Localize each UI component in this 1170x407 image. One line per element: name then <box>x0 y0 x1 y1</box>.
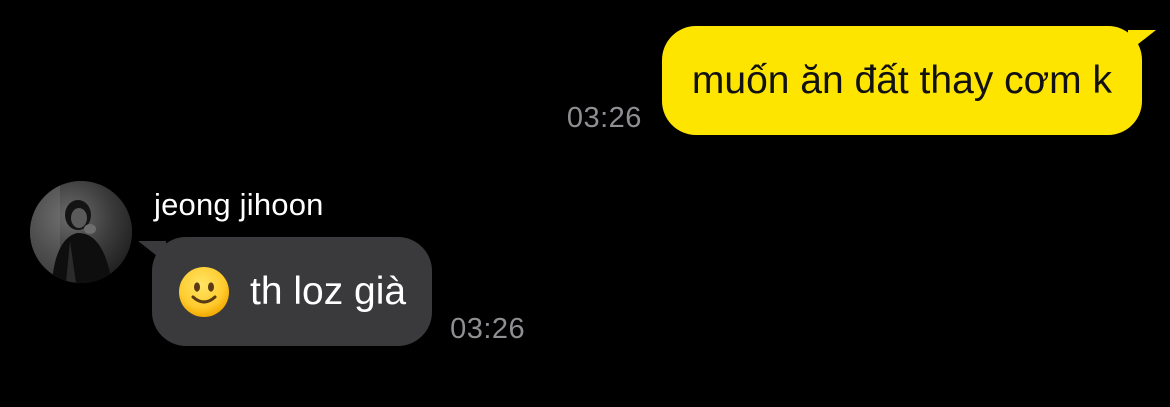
message-bubble-incoming[interactable]: th loz già <box>137 237 433 346</box>
message-text: th loz già <box>250 269 407 313</box>
avatar-photo <box>30 181 132 283</box>
avatar[interactable] <box>30 181 132 283</box>
message-incoming: jeong jihoon th loz già 03:26 <box>30 181 525 346</box>
chat-thread: 03:26 muốn ăn đất thay cơm k jeong jihoo… <box>0 0 1170 407</box>
message-timestamp: 03:26 <box>566 102 642 134</box>
sender-name: jeong jihoon <box>154 187 324 222</box>
message-outgoing: 03:26 muốn ăn đất thay cơm k <box>566 26 1157 135</box>
message-timestamp: 03:26 <box>450 313 526 345</box>
message-text: muốn ăn đất thay cơm k <box>691 58 1112 102</box>
message-bubble-outgoing[interactable]: muốn ăn đất thay cơm k <box>661 26 1157 135</box>
slightly-smiling-face-icon <box>178 266 230 318</box>
